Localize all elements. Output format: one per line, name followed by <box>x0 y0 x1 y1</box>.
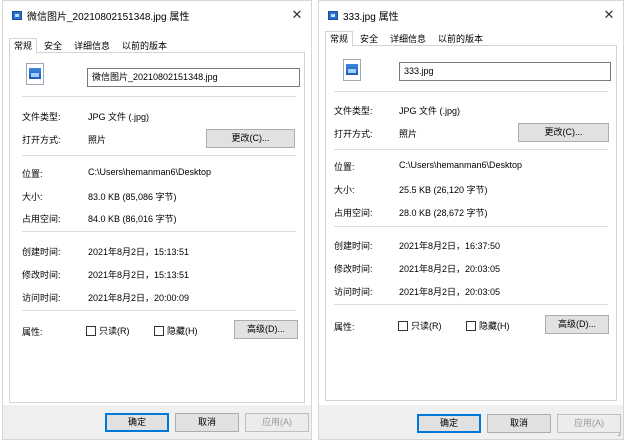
change-button[interactable]: 更改(C)... <box>518 123 609 142</box>
open-with-value: 照片 <box>88 135 107 145</box>
properties-dialog-left: 微信图片_20210802151348.jpg 属性 ✕ 常规 安全 详细信息 … <box>2 0 312 440</box>
accessed-value: 2021年8月2日，20:00:09 <box>88 293 190 303</box>
ok-button[interactable]: 确定 <box>417 414 481 433</box>
size-value: 83.0 KB (85,086 字节) <box>88 192 177 202</box>
tab-general[interactable]: 常规 <box>9 38 38 54</box>
file-name-input[interactable]: 333.jpg <box>399 62 611 81</box>
created-label: 创建时间: <box>22 247 61 257</box>
image-file-icon <box>343 59 361 81</box>
readonly-label: 只读(R) <box>411 321 442 331</box>
cancel-button[interactable]: 取消 <box>487 414 551 433</box>
size-label: 大小: <box>334 185 355 195</box>
file-type-label: 文件类型: <box>22 112 61 122</box>
modified-value: 2021年8月2日，20:03:05 <box>399 264 501 274</box>
title-bar[interactable]: 微信图片_20210802151348.jpg 属性 ✕ <box>3 1 311 29</box>
cancel-button[interactable]: 取消 <box>175 413 239 432</box>
separator <box>334 226 608 227</box>
ok-button[interactable]: 确定 <box>105 413 169 432</box>
window-title: 微信图片_20210802151348.jpg 属性 <box>27 11 190 23</box>
tab-details[interactable]: 详细信息 <box>69 38 115 53</box>
properties-dialog-right: 333.jpg 属性 ✕ 常规 安全 详细信息 以前的版本 333.jpg 文件… <box>318 0 624 440</box>
tab-previous-versions[interactable]: 以前的版本 <box>117 38 172 53</box>
tab-details[interactable]: 详细信息 <box>385 31 431 46</box>
hidden-label: 隐藏(H) <box>479 321 510 331</box>
image-file-icon <box>12 10 22 20</box>
separator <box>22 155 296 156</box>
change-button[interactable]: 更改(C)... <box>206 129 295 148</box>
size-label: 大小: <box>22 192 43 202</box>
attributes-label: 属性: <box>22 327 43 337</box>
created-value: 2021年8月2日，15:13:51 <box>88 247 190 257</box>
button-bar: 确定 取消 应用(A) ⌟ <box>319 405 623 439</box>
location-label: 位置: <box>334 162 355 172</box>
tab-security[interactable]: 安全 <box>355 31 383 46</box>
close-icon[interactable]: ✕ <box>601 7 617 23</box>
checkbox-box[interactable] <box>398 320 408 331</box>
location-value: C:\Users\hemanman6\Desktop <box>88 167 212 177</box>
accessed-value: 2021年8月2日，20:03:05 <box>399 287 501 297</box>
general-panel: 333.jpg 文件类型: JPG 文件 (.jpg) 打开方式: 照片 更改(… <box>325 46 617 401</box>
file-type-label: 文件类型: <box>334 106 373 116</box>
modified-label: 修改时间: <box>334 264 373 274</box>
readonly-label: 只读(R) <box>99 326 130 336</box>
location-label: 位置: <box>22 169 43 179</box>
separator <box>334 91 608 92</box>
separator <box>22 96 296 97</box>
title-bar[interactable]: 333.jpg 属性 ✕ <box>319 1 623 29</box>
resize-grip-icon[interactable]: ⌟ <box>617 428 621 437</box>
advanced-button[interactable]: 高级(D)... <box>545 315 609 334</box>
disk-size-label: 占用空间: <box>22 214 61 224</box>
separator <box>334 304 608 305</box>
disk-size-label: 占用空间: <box>334 208 373 218</box>
disk-size-value: 28.0 KB (28,672 字节) <box>399 208 488 218</box>
open-with-value: 照片 <box>399 129 418 139</box>
hidden-checkbox[interactable]: 隐藏(H) <box>154 324 198 337</box>
modified-label: 修改时间: <box>22 270 61 280</box>
file-type-value: JPG 文件 (.jpg) <box>399 106 461 116</box>
open-with-label: 打开方式: <box>22 135 61 145</box>
created-label: 创建时间: <box>334 241 373 251</box>
location-value: C:\Users\hemanman6\Desktop <box>399 160 523 170</box>
general-panel: 微信图片_20210802151348.jpg 文件类型: JPG 文件 (.j… <box>9 53 305 403</box>
hidden-checkbox[interactable]: 隐藏(H) <box>466 319 510 332</box>
image-file-icon <box>328 10 338 20</box>
advanced-button[interactable]: 高级(D)... <box>234 320 298 339</box>
file-type-value: JPG 文件 (.jpg) <box>88 112 150 122</box>
attributes-label: 属性: <box>334 322 355 332</box>
readonly-checkbox[interactable]: 只读(R) <box>86 324 130 337</box>
checkbox-box[interactable] <box>466 320 476 331</box>
created-value: 2021年8月2日，16:37:50 <box>399 241 501 251</box>
tab-strip: 常规 安全 详细信息 以前的版本 <box>325 31 617 47</box>
checkbox-box[interactable] <box>154 325 164 336</box>
file-name-input[interactable]: 微信图片_20210802151348.jpg <box>87 68 300 87</box>
separator <box>334 149 608 150</box>
modified-value: 2021年8月2日，15:13:51 <box>88 270 190 280</box>
open-with-label: 打开方式: <box>334 129 373 139</box>
tab-security[interactable]: 安全 <box>39 38 67 53</box>
accessed-label: 访问时间: <box>22 293 61 303</box>
checkbox-box[interactable] <box>86 325 96 336</box>
accessed-label: 访问时间: <box>334 287 373 297</box>
tab-previous-versions[interactable]: 以前的版本 <box>433 31 488 46</box>
disk-size-value: 84.0 KB (86,016 字节) <box>88 214 177 224</box>
image-file-icon <box>26 63 44 85</box>
tab-strip: 常规 安全 详细信息 以前的版本 <box>9 38 305 54</box>
readonly-checkbox[interactable]: 只读(R) <box>398 319 442 332</box>
button-bar: 确定 取消 应用(A) <box>3 405 311 439</box>
apply-button[interactable]: 应用(A) <box>557 414 621 433</box>
tab-general[interactable]: 常规 <box>325 31 354 47</box>
window-title: 333.jpg 属性 <box>343 11 399 23</box>
separator <box>22 231 296 232</box>
separator <box>22 310 296 311</box>
close-icon[interactable]: ✕ <box>289 7 305 23</box>
hidden-label: 隐藏(H) <box>167 326 198 336</box>
apply-button[interactable]: 应用(A) <box>245 413 309 432</box>
size-value: 25.5 KB (26,120 字节) <box>399 185 488 195</box>
